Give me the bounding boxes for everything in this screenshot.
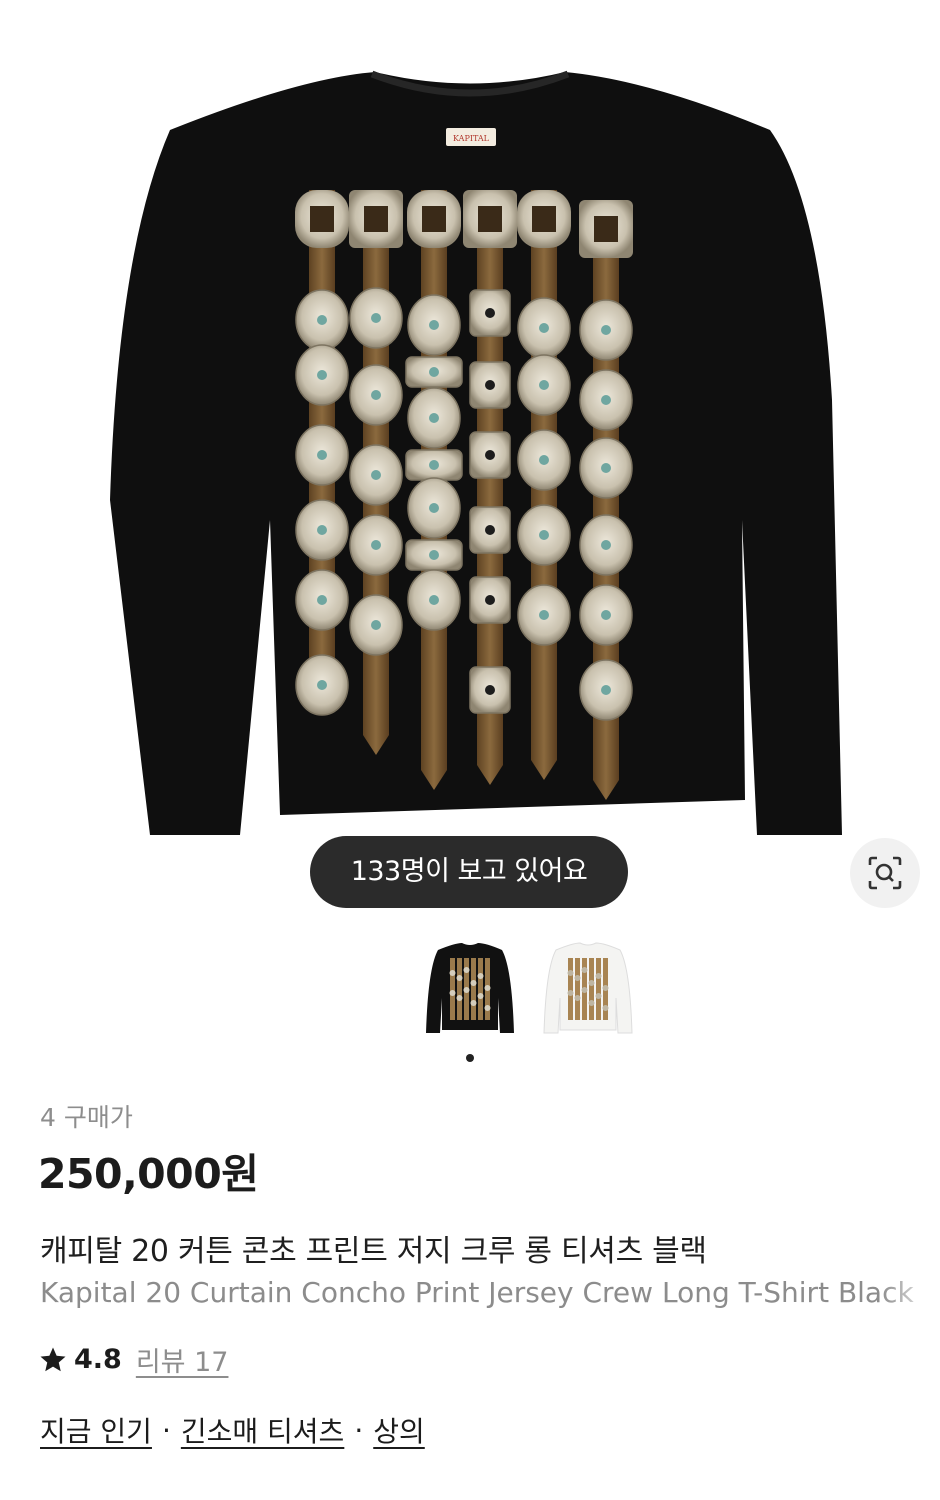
concho-stone — [371, 470, 381, 480]
belt-buckle-hole — [532, 206, 556, 232]
concho-stone — [601, 610, 611, 620]
belt-buckle-hole — [594, 216, 618, 242]
concho-stone — [371, 620, 381, 630]
concho-stone — [317, 315, 327, 325]
product-name-english: Kapital 20 Curtain Concho Print Jersey C… — [40, 1276, 940, 1309]
concho-stone — [429, 413, 439, 423]
belt-buckle-hole — [478, 206, 502, 232]
concho-stone — [539, 323, 549, 333]
concho-stone — [539, 530, 549, 540]
belt-buckle-hole — [364, 206, 388, 232]
product-image: KAPITAL — [110, 70, 842, 835]
concho-stone — [429, 367, 439, 377]
concho-stone — [317, 450, 327, 460]
concho-stone — [601, 540, 611, 550]
concho-stone — [601, 463, 611, 473]
separator-dot: · — [161, 1413, 171, 1447]
concho-stone — [539, 380, 549, 390]
concho-stone — [371, 540, 381, 550]
belt-buckle-hole — [422, 206, 446, 232]
shirt-label: KAPITAL — [453, 134, 490, 143]
category-link-long-sleeve[interactable]: 긴소매 티셔츠 — [181, 1410, 344, 1450]
concho-stone — [539, 455, 549, 465]
concho-stone — [317, 370, 327, 380]
concho-stone — [485, 380, 495, 390]
review-count-link[interactable]: 리뷰 17 — [136, 1340, 229, 1379]
thumbnail-black[interactable] — [420, 938, 520, 1043]
concho-stone — [371, 313, 381, 323]
concho-stone — [485, 685, 495, 695]
separator-dot: · — [354, 1413, 364, 1447]
camera-search-icon — [868, 856, 902, 890]
star-icon — [40, 1347, 66, 1371]
concho-stone — [317, 525, 327, 535]
concho-stone — [317, 595, 327, 605]
image-search-button[interactable] — [850, 838, 920, 908]
concho-stone — [485, 450, 495, 460]
product-name-english-text: Kapital 20 Curtain Concho Print Jersey C… — [40, 1276, 914, 1309]
product-name-korean: 캐피탈 20 커튼 콘초 프린트 저지 크루 롱 티셔츠 블랙 — [40, 1234, 707, 1269]
category-link-popular[interactable]: 지금 인기 — [40, 1410, 152, 1450]
category-breadcrumb: 지금 인기 · 긴소매 티셔츠 · 상의 — [40, 1410, 425, 1450]
concho-stone — [601, 325, 611, 335]
concho-stone — [371, 390, 381, 400]
carousel-indicator-dot — [466, 1054, 474, 1062]
rating-score: 4.8 — [74, 1344, 122, 1375]
product-price: 250,000원 — [38, 1150, 259, 1198]
concho-stone — [601, 395, 611, 405]
concho-stone — [429, 460, 439, 470]
thumbnail-strip — [0, 938, 940, 1048]
concho-stone — [485, 595, 495, 605]
thumbnail-white[interactable] — [538, 938, 638, 1043]
concho-stone — [429, 595, 439, 605]
category-link-top[interactable]: 상의 — [373, 1410, 425, 1450]
concho-stone — [429, 503, 439, 513]
concho-stone — [485, 525, 495, 535]
concho-stone — [539, 610, 549, 620]
buyer-count: 4 구매가 — [40, 1103, 133, 1132]
concho-stone — [601, 685, 611, 695]
rating-row: 4.8 리뷰 17 — [38, 1340, 228, 1379]
viewer-count-badge: 133명이 보고 있어요 — [310, 836, 628, 908]
product-image-carousel[interactable]: KAPITAL 133명이 보고 있어요 — [0, 0, 940, 930]
belt-buckle-hole — [310, 206, 334, 232]
concho-stone — [485, 308, 495, 318]
concho-stone — [429, 550, 439, 560]
concho-stone — [317, 680, 327, 690]
concho-stone — [429, 320, 439, 330]
